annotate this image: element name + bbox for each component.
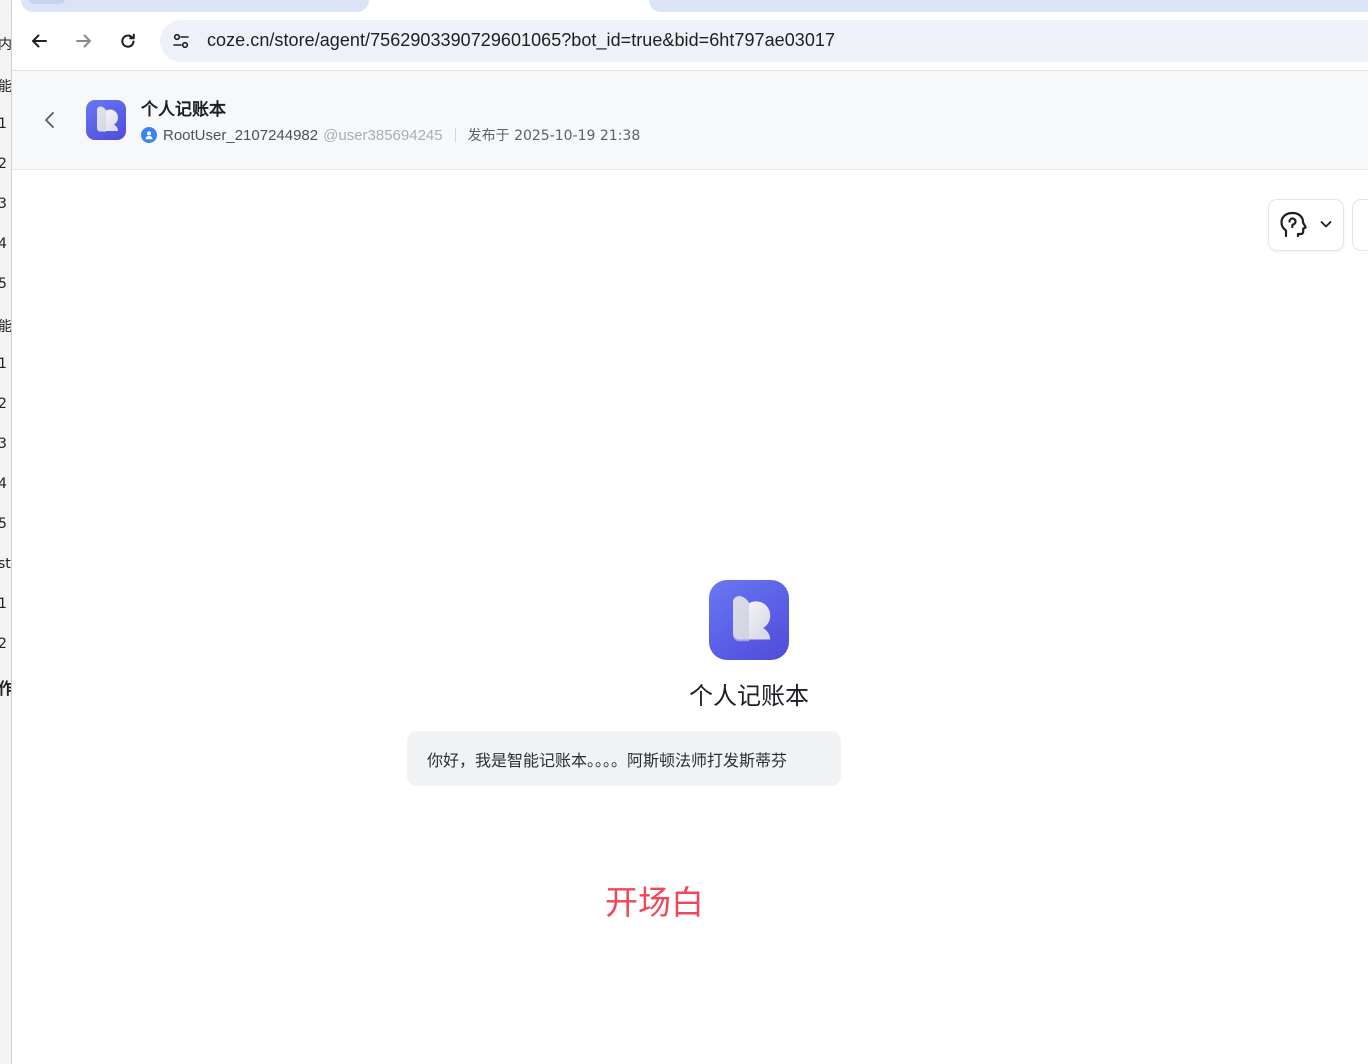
background-text: 4 (0, 476, 7, 492)
opening-message-text: 你好，我是智能记账本。。。。阿斯顿法师打发斯蒂芬 (427, 750, 788, 770)
background-text: 2 (0, 156, 7, 172)
site-settings-icon[interactable] (170, 30, 192, 52)
opening-message-bubble: 你好，我是智能记账本。。。。阿斯顿法师打发斯蒂芬 (407, 731, 841, 786)
author-info: RootUser_2107244982 @user385694245 发布于 2… (141, 126, 640, 144)
browser-tab[interactable] (21, 0, 369, 12)
bot-name: 个人记账本 (689, 682, 809, 710)
browser-forward-button[interactable] (67, 24, 101, 58)
voice-selector-button[interactable] (1268, 199, 1344, 251)
background-text: 5 (0, 516, 7, 532)
bot-avatar-icon (709, 580, 789, 660)
author-handle: @user385694245 (323, 126, 443, 144)
voice-head-icon (1280, 211, 1307, 238)
chevron-down-icon (1320, 221, 1332, 228)
agent-header: 个人记账本 RootUser_2107244982 @user385694245… (11, 71, 1368, 170)
chevron-left-icon (45, 112, 54, 128)
background-text: 2 (0, 636, 7, 652)
background-text: 作 (0, 675, 11, 699)
browser-tab-strip (11, 0, 1368, 14)
background-text: 能 (0, 76, 11, 96)
browser-tab[interactable] (649, 0, 1368, 12)
opening-annotation-label: 开场白 (605, 883, 704, 922)
browser-back-button[interactable] (22, 24, 56, 58)
background-text: 能 (0, 316, 11, 336)
author-name[interactable]: RootUser_2107244982 (163, 127, 318, 144)
background-text: 3 (0, 196, 7, 212)
page-back-button[interactable] (37, 107, 63, 133)
toolbar-button[interactable] (1352, 199, 1368, 251)
background-text: 内 (0, 34, 11, 54)
divider (454, 128, 456, 142)
background-text: 5 (0, 276, 7, 292)
background-text: st (0, 556, 11, 572)
background-text: 1 (0, 596, 7, 612)
tab-favicon (29, 0, 65, 4)
arrow-left-icon (32, 34, 47, 48)
background-text: 3 (0, 436, 7, 452)
url-text[interactable]: coze.cn/store/agent/7562903390729601065?… (207, 30, 835, 51)
publish-time: 发布于 2025-10-19 21:38 (467, 128, 641, 144)
background-text: 4 (0, 236, 7, 252)
background-text: 1 (0, 356, 7, 372)
background-window-strip: 内 能 1 2 3 4 5 能 1 2 3 4 5 st 1 2 作 (0, 0, 12, 1064)
address-bar[interactable]: coze.cn/store/agent/7562903390729601065?… (160, 20, 1368, 62)
reload-icon (121, 33, 135, 48)
browser-toolbar: coze.cn/store/agent/7562903390729601065?… (11, 14, 1368, 71)
background-text: 2 (0, 396, 7, 412)
browser-reload-button[interactable] (111, 24, 145, 58)
agent-logo-icon (86, 100, 126, 140)
arrow-right-icon (76, 34, 91, 48)
background-text: 1 (0, 116, 7, 132)
agent-title: 个人记账本 (141, 100, 226, 120)
user-avatar-icon (141, 127, 157, 143)
